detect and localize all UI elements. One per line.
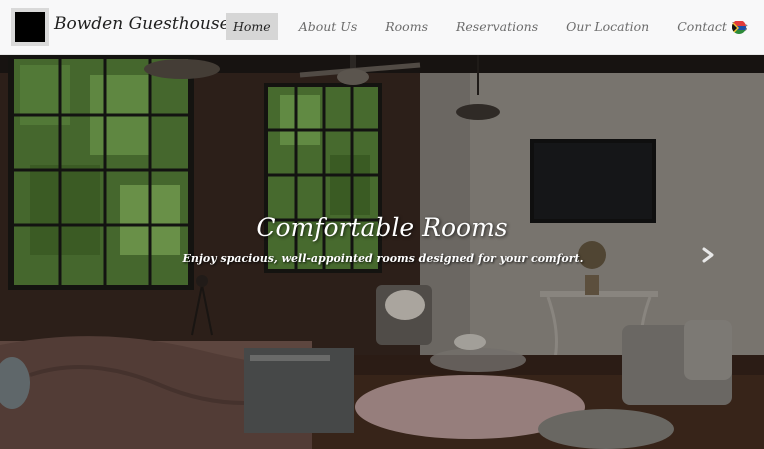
logo-icon[interactable] [11,8,49,46]
chevron-right-icon[interactable] [700,243,718,267]
nav-links: Home About Us Rooms Reservations Our Loc… [226,13,764,40]
navbar: Bowden Guesthouse Home About Us Rooms Re… [0,0,764,55]
brand-name[interactable]: Bowden Guesthouse [54,14,230,34]
hero-carousel: Comfortable Rooms Enjoy spacious, well-a… [0,55,764,449]
logo-square [15,12,45,42]
hero-title: Comfortable Rooms [256,213,508,242]
nav-item-rooms[interactable]: Rooms [378,13,435,40]
hero-subtitle: Enjoy spacious, well-appointed rooms des… [182,252,584,265]
nav-item-home[interactable]: Home [226,13,278,40]
flag-icon[interactable] [732,20,746,34]
nav-item-our-location[interactable]: Our Location [559,13,656,40]
nav-item-about-us[interactable]: About Us [292,13,365,40]
nav-item-reservations[interactable]: Reservations [449,13,545,40]
